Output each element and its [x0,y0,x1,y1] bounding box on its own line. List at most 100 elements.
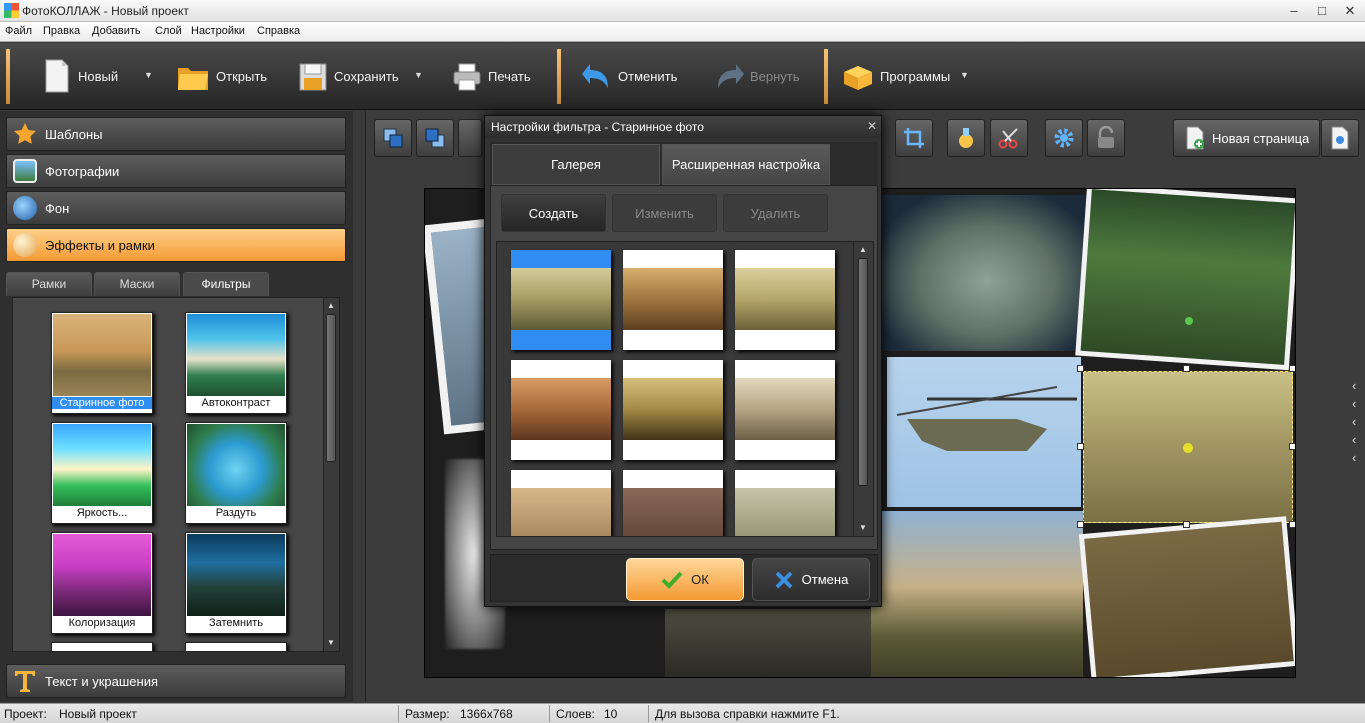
tab-filters[interactable]: Фильтры [183,272,269,296]
dialog-close-button[interactable]: ✕ [867,119,877,133]
bring-forward-icon[interactable] [374,119,412,157]
layer-order-icon[interactable] [458,119,482,157]
save-button[interactable]: Сохранить [298,55,399,97]
photo-soldiers[interactable] [1075,189,1295,371]
undo-button[interactable]: Отменить [582,55,677,97]
resize-handle[interactable] [1077,521,1084,528]
section-effects-frames[interactable]: Эффекты и рамки [6,228,346,262]
tab-gallery[interactable]: Галерея [492,144,660,185]
scissors-icon[interactable] [990,119,1028,157]
effects-bottle-icon[interactable] [947,119,985,157]
preset-thumbnail[interactable] [735,360,835,460]
filters-scrollbar[interactable]: ▲ ▼ [323,298,339,651]
menu-file[interactable]: Файл [5,25,32,37]
filter-item-partial[interactable] [51,642,153,651]
programs-dropdown-icon[interactable]: ▼ [960,70,969,80]
filter-colorize[interactable]: Колоризация [51,532,153,634]
redo-button[interactable]: Вернуть [714,55,800,97]
resize-handle[interactable] [1077,365,1084,372]
filter-item-partial[interactable] [185,642,287,651]
edit-button[interactable]: Изменить [612,194,717,232]
dialog-footer: ОК Отмена [490,554,878,602]
filter-bloat[interactable]: Раздуть [185,422,287,524]
filter-brightness[interactable]: Яркость... [51,422,153,524]
filter-vintage-photo[interactable]: Старинное фото [51,312,153,414]
tab-frames[interactable]: Рамки [6,272,92,296]
preset-thumbnail-selected[interactable] [511,250,611,350]
collapse-arrow-icon[interactable]: ‹ [1352,396,1362,411]
collapse-arrow-icon[interactable]: ‹ [1352,432,1362,447]
resize-handle[interactable] [1289,365,1295,372]
maximize-button[interactable]: □ [1308,1,1336,20]
create-button[interactable]: Создать [501,194,606,232]
menu-bar: Файл Правка Добавить Слой Настройки Спра… [0,22,1365,42]
menu-edit[interactable]: Правка [43,25,80,37]
open-button[interactable]: Открыть [176,55,267,97]
preset-thumbnail[interactable] [511,470,611,536]
crop-icon[interactable] [895,119,933,157]
preset-thumbnail[interactable] [623,470,723,536]
filter-darken[interactable]: Затемнить [185,532,287,634]
save-dropdown-icon[interactable]: ▼ [414,70,423,80]
gallery-scrollbar[interactable]: ▲ ▼ [853,242,873,536]
section-text-decorations[interactable]: Текст и украшения [6,664,346,698]
close-button[interactable]: ✕ [1336,1,1364,20]
scroll-down-icon[interactable]: ▼ [327,638,335,647]
section-label: Фотографии [45,163,120,179]
lock-icon[interactable] [1087,119,1125,157]
photo-air-defense[interactable] [871,511,1083,677]
status-divider [549,705,550,722]
scroll-up-icon[interactable]: ▲ [327,301,335,310]
preset-thumbnail[interactable] [735,470,835,536]
collapse-arrow-icon[interactable]: ‹ [1352,450,1362,465]
programs-button[interactable]: Программы [842,55,950,97]
menu-settings[interactable]: Настройки [191,25,245,37]
ok-button[interactable]: ОК [626,558,744,601]
redo-icon [714,58,744,94]
resize-handle[interactable] [1183,365,1190,372]
photo-missile-truck[interactable] [881,195,1093,351]
filter-autocontrast[interactable]: Автоконтраст [185,312,287,414]
collapse-arrow-icon[interactable]: ‹ [1352,378,1362,393]
checkmark-icon [661,571,683,589]
menu-add[interactable]: Добавить [92,25,141,37]
menu-layer[interactable]: Слой [155,25,182,37]
preset-preview [623,268,723,330]
section-templates[interactable]: Шаблоны [6,117,346,151]
photo-tanks-selected[interactable] [1083,371,1293,523]
resize-handle[interactable] [1077,443,1084,450]
page-settings-icon[interactable] [1321,119,1359,157]
scrollbar-thumb[interactable] [326,314,336,462]
tab-masks[interactable]: Маски [94,272,180,296]
new-page-button[interactable]: Новая страница [1173,119,1320,157]
cancel-button[interactable]: Отмена [752,558,870,601]
minimize-button[interactable]: – [1280,1,1308,20]
send-backward-icon[interactable] [416,119,454,157]
collapse-arrow-icon[interactable]: ‹ [1352,414,1362,429]
photo-bottom-center[interactable] [665,609,875,677]
resize-handle[interactable] [1289,443,1295,450]
preset-thumbnail[interactable] [623,250,723,350]
section-photos[interactable]: Фотографии [6,154,346,188]
print-button[interactable]: Печать [452,55,531,97]
new-dropdown-icon[interactable]: ▼ [144,70,153,80]
photo-helicopter[interactable] [887,357,1081,507]
resize-handle[interactable] [1289,521,1295,528]
preset-thumbnail[interactable] [511,360,611,460]
new-button[interactable]: Новый [42,55,118,97]
photo-rifle[interactable] [1078,516,1295,677]
preset-preview [735,378,835,440]
section-background[interactable]: Фон [6,191,346,225]
settings-gear-icon[interactable] [1045,119,1083,157]
scroll-down-icon[interactable]: ▼ [859,523,867,532]
preset-thumbnail[interactable] [735,250,835,350]
preset-thumbnail[interactable] [623,360,723,460]
rotate-handle[interactable] [1185,317,1193,325]
resize-handle[interactable] [1183,521,1190,528]
delete-button[interactable]: Удалить [723,194,828,232]
scrollbar-thumb[interactable] [858,258,868,486]
tab-advanced[interactable]: Расширенная настройка [662,144,830,185]
menu-help[interactable]: Справка [257,25,300,37]
scroll-up-icon[interactable]: ▲ [859,245,867,254]
preset-preview [623,378,723,440]
